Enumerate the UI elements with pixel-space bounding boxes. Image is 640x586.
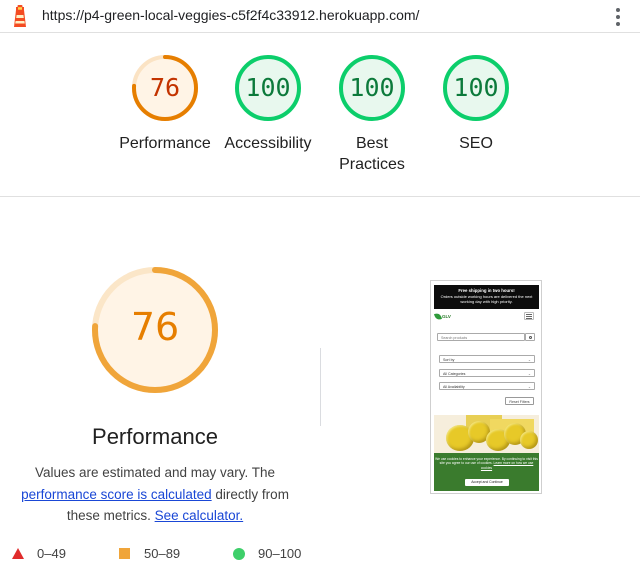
banner-title: Free shipping in two hours! [458,288,515,293]
search-input: Search products [437,333,525,341]
gauge-performance[interactable]: 76 Performance [115,53,215,154]
page-url[interactable]: https://p4-green-local-veggies-c5f2f4c33… [42,7,419,23]
gauge-score: 100 [349,73,395,102]
triangle-icon [12,548,24,559]
lighthouse-icon [14,5,26,27]
hamburger-menu-icon [524,312,534,320]
gauge-score: 100 [245,73,291,102]
chevron-down-icon: ⌄ [527,371,531,376]
category-select: All Categories ⌄ [439,369,535,377]
report-topbar: https://p4-green-local-veggies-c5f2f4c33… [0,0,640,33]
sort-select-label: Sort by [443,357,455,362]
gauge-label: Best Practices [339,135,405,173]
brand-name: GLV [442,314,451,319]
score-calculated-link[interactable]: performance score is calculated [21,487,212,502]
accept-continue-button: Accept and Continue [465,479,509,486]
circle-icon [233,548,245,560]
score-summary: 76 Performance 100 Accessibility 100 Bes… [0,33,640,197]
availability-select-label: All Availability [443,384,465,389]
vertical-divider [320,348,321,426]
search-button-icon [525,333,535,341]
gauge-label: SEO [459,135,493,152]
page-screenshot-thumbnail[interactable]: Free shipping in two hours! Orders outsi… [430,280,542,494]
availability-select: All Availability ⌄ [439,382,535,390]
category-select-label: All Categories [443,371,466,376]
leaf-logo-icon [433,312,443,321]
shipping-banner: Free shipping in two hours! Orders outsi… [434,285,539,309]
see-calculator-link[interactable]: See calculator. [155,508,244,523]
square-icon [119,548,130,559]
performance-score: 76 [130,305,180,349]
lemons-hero-image [434,415,539,455]
performance-title: Performance [92,424,218,449]
description-text: Values are estimated and may vary. The [34,465,276,480]
gauge-label: Performance [119,135,211,152]
site-navbar: GLV [433,311,539,323]
gauge-best-practices[interactable]: 100 Best Practices [322,53,422,175]
gauge-score: 76 [149,73,181,102]
sort-select: Sort by ⌄ [439,355,535,363]
gauge-score: 100 [453,73,499,102]
chevron-down-icon: ⌄ [527,384,531,389]
banner-text: Orders outside working hours are deliver… [440,294,533,304]
legend-average-range: 50–89 [144,546,181,561]
score-legend: 0–49 50–89 90–100 [0,546,640,566]
gauge-label: Accessibility [224,135,312,152]
legend-pass-range: 90–100 [258,546,302,561]
performance-description: Values are estimated and may vary. The p… [15,462,295,527]
performance-gauge-large: 76 [90,265,220,395]
chevron-down-icon: ⌄ [527,357,531,362]
legend-fail-range: 0–49 [37,546,66,561]
reset-filters-button: Reset Filters [505,397,534,405]
kebab-menu-icon[interactable] [614,6,622,26]
gauge-seo[interactable]: 100 SEO [426,53,526,154]
gauge-accessibility[interactable]: 100 Accessibility [218,53,318,154]
